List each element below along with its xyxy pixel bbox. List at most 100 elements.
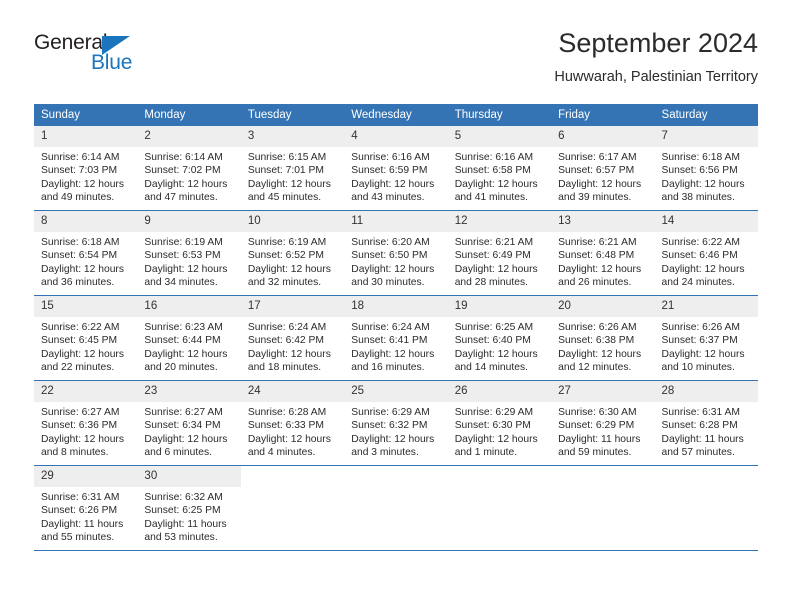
day-cell[interactable]: 19 Sunrise: 6:25 AM Sunset: 6:40 PM Dayl… (447, 295, 552, 381)
page-title: September 2024 (558, 28, 758, 58)
weekday-header-thursday: Thursday (447, 104, 552, 126)
generalblue-logo[interactable]: General Blue (34, 32, 214, 90)
weekday-header-sunday: Sunday (34, 104, 138, 126)
daylight-text-line2: and 8 minutes. (41, 447, 109, 459)
sunrise-text: Sunrise: 6:28 AM (247, 407, 327, 418)
sunset-text: Sunset: 6:57 PM (558, 165, 635, 177)
daylight-text-line2: and 55 minutes. (41, 532, 115, 544)
daylight-text-line2: and 38 minutes. (661, 192, 735, 204)
page-subtitle: Huwwarah, Palestinian Territory (554, 69, 758, 85)
daylight-text-line1: Daylight: 12 hours (661, 348, 745, 360)
daylight-text-line1: Daylight: 12 hours (41, 348, 124, 360)
weekday-header-row: Sunday Monday Tuesday Wednesday Thursday… (34, 104, 758, 126)
sunrise-text: Sunrise: 6:19 AM (247, 237, 327, 248)
day-number: 9 (137, 211, 241, 232)
logo-text-blue: Blue (91, 51, 133, 74)
day-details: Sunrise: 6:19 AM Sunset: 6:53 PM Dayligh… (137, 232, 240, 290)
daylight-text-line1: Daylight: 12 hours (247, 433, 331, 445)
day-cell[interactable]: 2 Sunrise: 6:14 AM Sunset: 7:02 PM Dayli… (137, 126, 241, 211)
day-cell[interactable]: 5 Sunrise: 6:16 AM Sunset: 6:58 PM Dayli… (447, 126, 552, 211)
day-number: 12 (447, 211, 552, 232)
day-cell[interactable]: 15 Sunrise: 6:22 AM Sunset: 6:45 PM Dayl… (34, 295, 138, 381)
weekday-header-wednesday: Wednesday (344, 104, 448, 126)
sunset-text: Sunset: 6:49 PM (454, 250, 531, 262)
sunset-text: Sunset: 6:54 PM (41, 250, 118, 262)
day-cell[interactable]: 23 Sunrise: 6:27 AM Sunset: 6:34 PM Dayl… (137, 380, 241, 466)
day-cell[interactable]: 20 Sunrise: 6:26 AM Sunset: 6:38 PM Dayl… (551, 295, 655, 381)
day-cell[interactable]: 18 Sunrise: 6:24 AM Sunset: 6:41 PM Dayl… (344, 295, 448, 381)
day-details: Sunrise: 6:21 AM Sunset: 6:49 PM Dayligh… (448, 232, 551, 290)
day-cell[interactable]: 21 Sunrise: 6:26 AM Sunset: 6:37 PM Dayl… (654, 295, 758, 381)
sunrise-text: Sunrise: 6:25 AM (454, 322, 534, 333)
day-cell[interactable]: 24 Sunrise: 6:28 AM Sunset: 6:33 PM Dayl… (240, 380, 345, 466)
day-details: Sunrise: 6:18 AM Sunset: 6:56 PM Dayligh… (655, 147, 758, 205)
daylight-text-line1: Daylight: 12 hours (454, 433, 538, 445)
sunset-text: Sunset: 6:36 PM (41, 420, 118, 432)
daylight-text-line2: and 41 minutes. (454, 192, 528, 204)
sunrise-text: Sunrise: 6:27 AM (41, 407, 120, 418)
day-details: Sunrise: 6:27 AM Sunset: 6:34 PM Dayligh… (137, 402, 240, 460)
sunrise-text: Sunrise: 6:31 AM (661, 407, 740, 418)
day-details: Sunrise: 6:18 AM Sunset: 6:54 PM Dayligh… (34, 232, 137, 290)
day-cell[interactable]: 11 Sunrise: 6:20 AM Sunset: 6:50 PM Dayl… (344, 210, 448, 296)
day-cell[interactable]: 25 Sunrise: 6:29 AM Sunset: 6:32 PM Dayl… (344, 380, 448, 466)
sunrise-text: Sunrise: 6:16 AM (351, 152, 430, 163)
daylight-text-line1: Daylight: 12 hours (41, 433, 124, 445)
daylight-text-line2: and 26 minutes. (558, 277, 632, 289)
daylight-text-line2: and 28 minutes. (454, 277, 528, 289)
sunrise-text: Sunrise: 6:23 AM (144, 322, 223, 333)
day-number: 26 (447, 381, 552, 402)
sunrise-text: Sunrise: 6:21 AM (454, 237, 534, 248)
day-cell[interactable]: 8 Sunrise: 6:18 AM Sunset: 6:54 PM Dayli… (34, 210, 138, 296)
day-cell[interactable]: 17 Sunrise: 6:24 AM Sunset: 6:42 PM Dayl… (240, 295, 345, 381)
day-cell[interactable]: 26 Sunrise: 6:29 AM Sunset: 6:30 PM Dayl… (447, 380, 552, 466)
day-cell[interactable]: 1 Sunrise: 6:14 AM Sunset: 7:03 PM Dayli… (34, 126, 138, 211)
day-cell[interactable]: 9 Sunrise: 6:19 AM Sunset: 6:53 PM Dayli… (137, 210, 241, 296)
day-cell[interactable]: 22 Sunrise: 6:27 AM Sunset: 6:36 PM Dayl… (34, 380, 138, 466)
day-details: Sunrise: 6:23 AM Sunset: 6:44 PM Dayligh… (137, 317, 240, 375)
day-details: Sunrise: 6:29 AM Sunset: 6:32 PM Dayligh… (344, 402, 447, 460)
day-cell[interactable]: 6 Sunrise: 6:17 AM Sunset: 6:57 PM Dayli… (551, 126, 655, 211)
weekday-header-tuesday: Tuesday (240, 104, 345, 126)
day-cell[interactable]: 16 Sunrise: 6:23 AM Sunset: 6:44 PM Dayl… (137, 295, 241, 381)
sunrise-text: Sunrise: 6:30 AM (558, 407, 637, 418)
daylight-text-line2: and 6 minutes. (144, 447, 212, 459)
day-details: Sunrise: 6:32 AM Sunset: 6:25 PM Dayligh… (137, 487, 240, 545)
day-cell[interactable]: 4 Sunrise: 6:16 AM Sunset: 6:59 PM Dayli… (344, 126, 448, 211)
weekday-header-saturday: Saturday (654, 104, 758, 126)
week-row: 8 Sunrise: 6:18 AM Sunset: 6:54 PM Dayli… (34, 210, 758, 296)
day-cell[interactable]: 30 Sunrise: 6:32 AM Sunset: 6:25 PM Dayl… (137, 465, 241, 551)
day-number: 24 (240, 381, 345, 402)
day-cell[interactable]: 27 Sunrise: 6:30 AM Sunset: 6:29 PM Dayl… (551, 380, 655, 466)
day-details: Sunrise: 6:26 AM Sunset: 6:37 PM Dayligh… (655, 317, 758, 375)
day-number: 30 (137, 466, 241, 487)
day-details: Sunrise: 6:20 AM Sunset: 6:50 PM Dayligh… (344, 232, 447, 290)
week-row: 29 Sunrise: 6:31 AM Sunset: 6:26 PM Dayl… (34, 465, 758, 551)
daylight-text-line2: and 30 minutes. (351, 277, 425, 289)
day-details: Sunrise: 6:29 AM Sunset: 6:30 PM Dayligh… (448, 402, 551, 460)
sunset-text: Sunset: 6:40 PM (454, 335, 531, 347)
day-cell[interactable]: 12 Sunrise: 6:21 AM Sunset: 6:49 PM Dayl… (447, 210, 552, 296)
day-cell[interactable]: 7 Sunrise: 6:18 AM Sunset: 6:56 PM Dayli… (654, 126, 758, 211)
day-cell[interactable]: 28 Sunrise: 6:31 AM Sunset: 6:28 PM Dayl… (654, 380, 758, 466)
sunrise-text: Sunrise: 6:14 AM (144, 152, 223, 163)
day-cell[interactable]: 13 Sunrise: 6:21 AM Sunset: 6:48 PM Dayl… (551, 210, 655, 296)
day-cell[interactable]: 3 Sunrise: 6:15 AM Sunset: 7:01 PM Dayli… (240, 126, 345, 211)
sunset-text: Sunset: 6:48 PM (558, 250, 635, 262)
day-cell[interactable]: 29 Sunrise: 6:31 AM Sunset: 6:26 PM Dayl… (34, 465, 138, 551)
sunset-text: Sunset: 6:34 PM (144, 420, 221, 432)
sunset-text: Sunset: 6:28 PM (661, 420, 738, 432)
daylight-text-line1: Daylight: 12 hours (454, 348, 538, 360)
day-cell-empty (344, 465, 448, 551)
sunrise-text: Sunrise: 6:27 AM (144, 407, 223, 418)
daylight-text-line1: Daylight: 12 hours (661, 178, 745, 190)
day-number: 4 (344, 126, 448, 147)
sunset-text: Sunset: 6:59 PM (351, 165, 428, 177)
daylight-text-line2: and 34 minutes. (144, 277, 218, 289)
day-details: Sunrise: 6:31 AM Sunset: 6:26 PM Dayligh… (34, 487, 137, 545)
day-cell[interactable]: 14 Sunrise: 6:22 AM Sunset: 6:46 PM Dayl… (654, 210, 758, 296)
day-cell[interactable]: 10 Sunrise: 6:19 AM Sunset: 6:52 PM Dayl… (240, 210, 345, 296)
sunset-text: Sunset: 6:41 PM (351, 335, 428, 347)
sunset-text: Sunset: 6:25 PM (144, 505, 221, 517)
sunrise-text: Sunrise: 6:22 AM (661, 237, 740, 248)
